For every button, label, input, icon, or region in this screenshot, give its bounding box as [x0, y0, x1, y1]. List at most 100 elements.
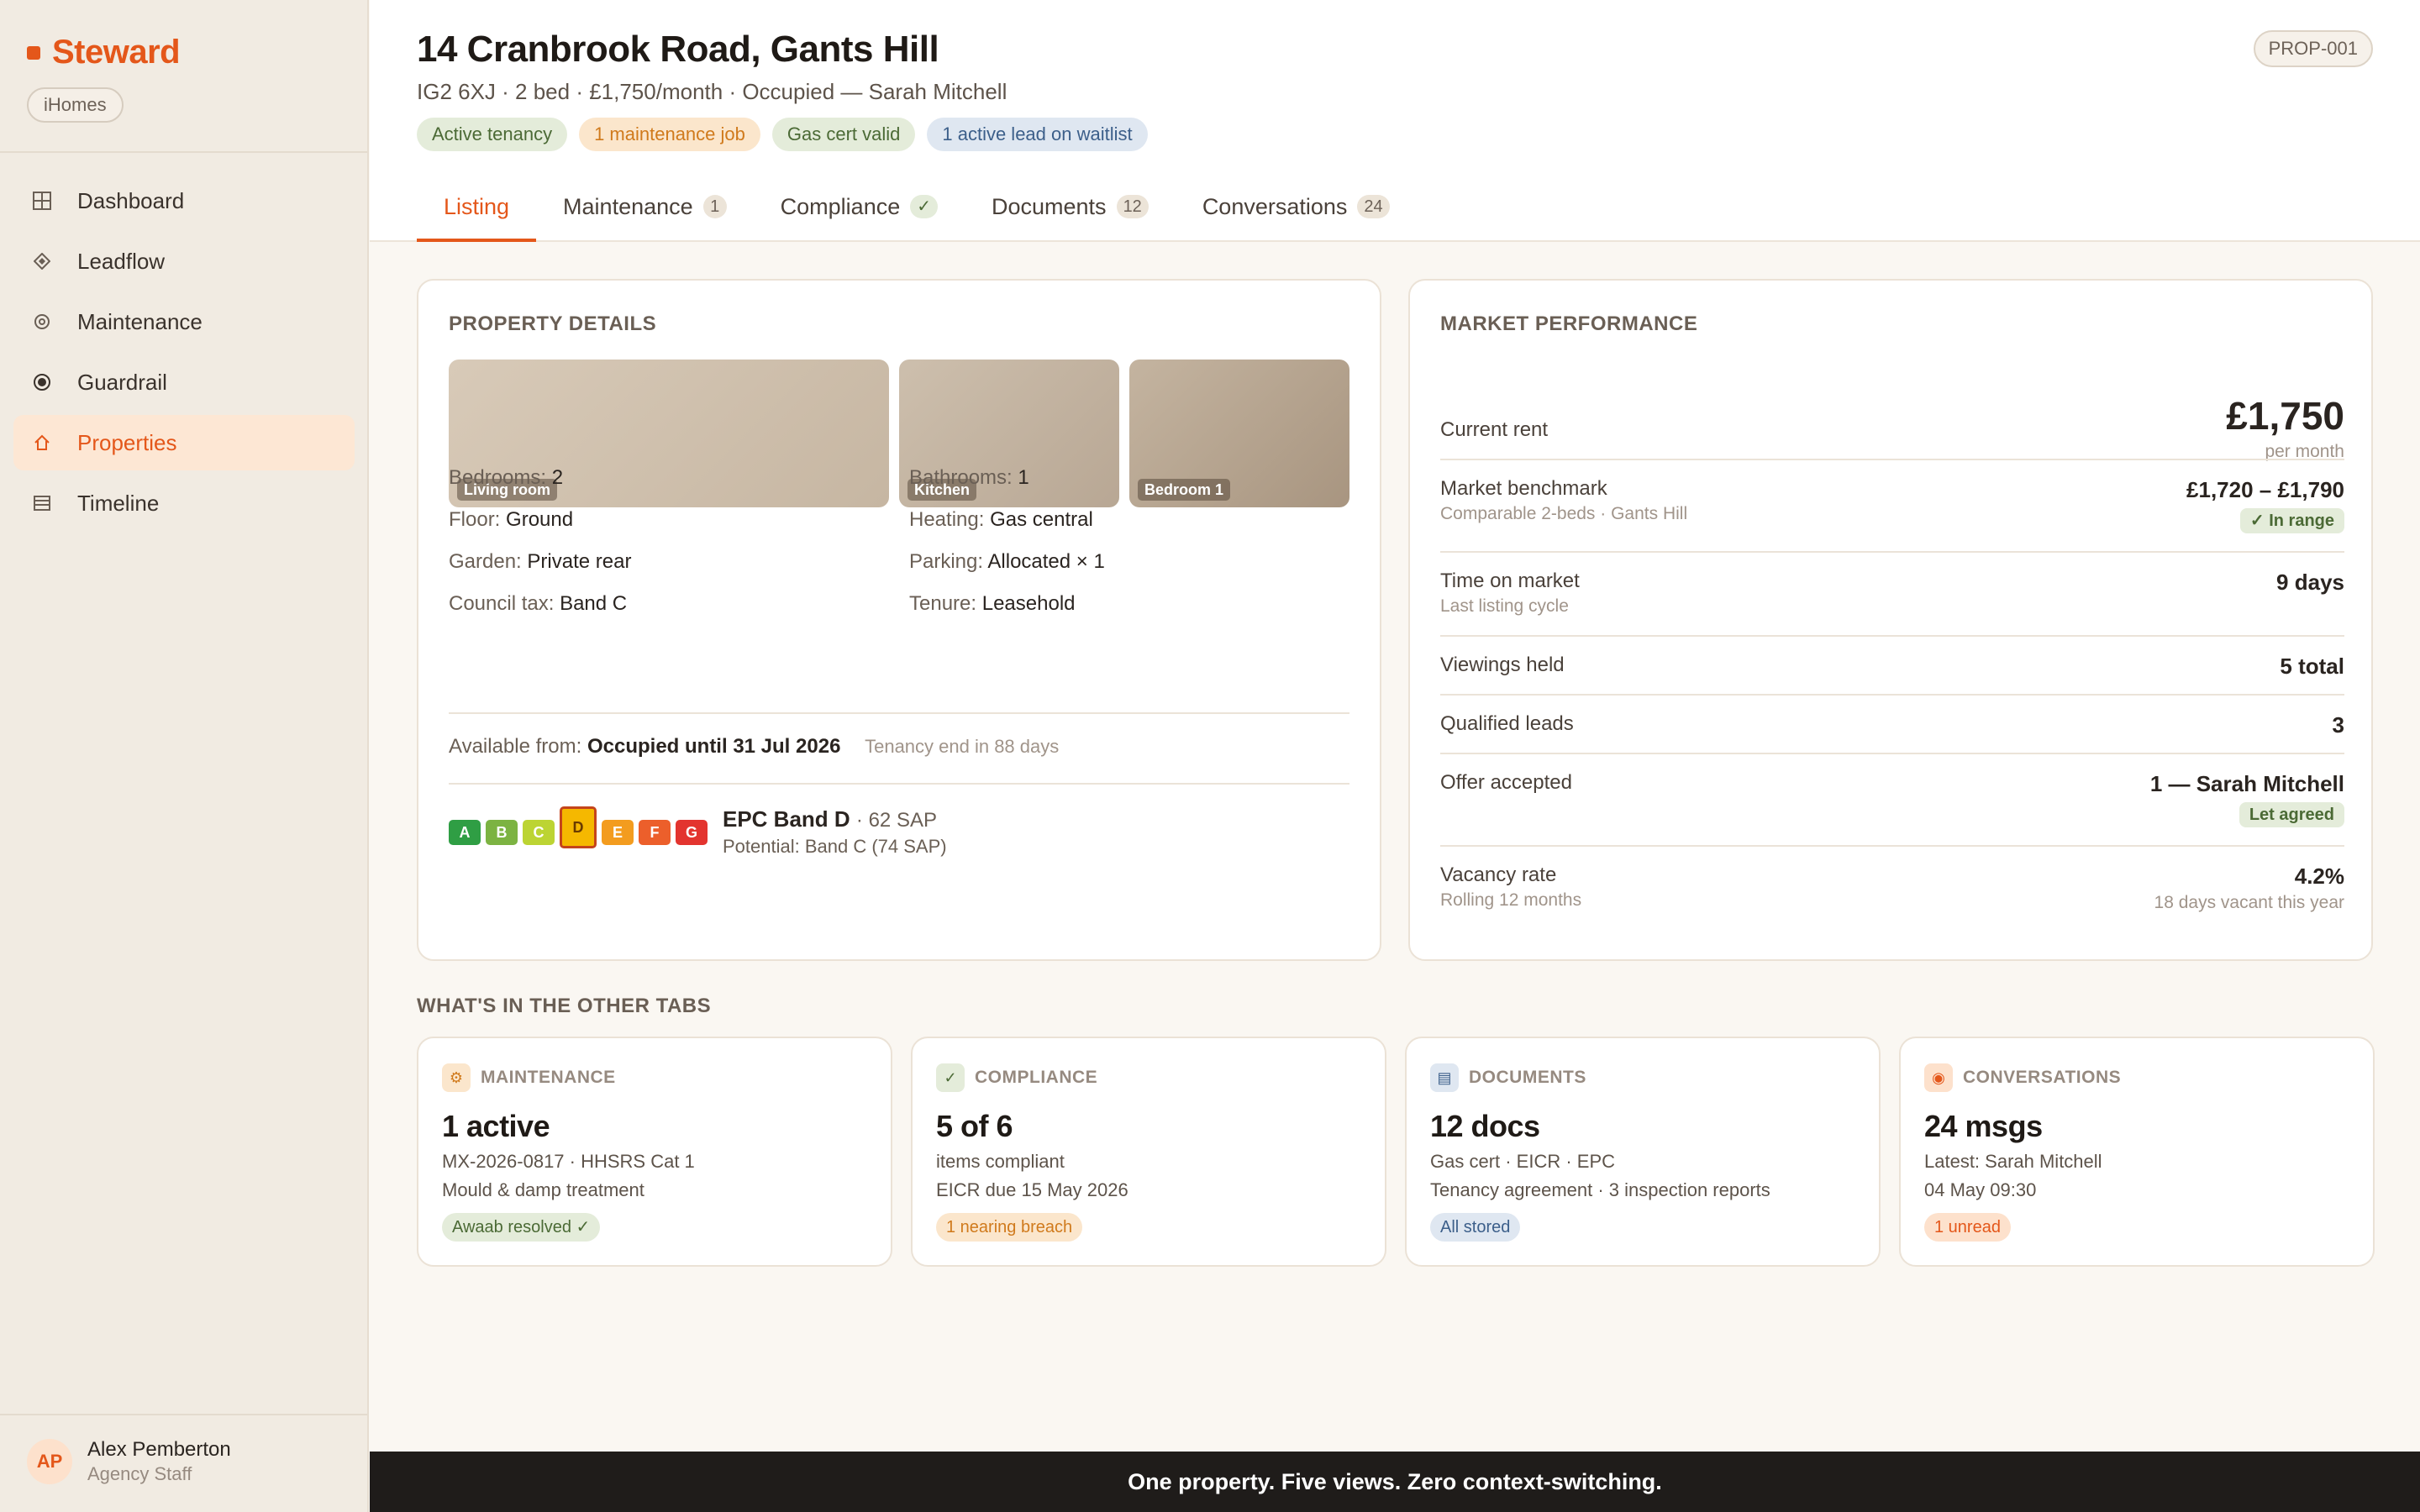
status-badge: Let agreed [2238, 802, 2344, 827]
summary-card-line: MX-2026-0817 · HHSRS Cat 1 [442, 1151, 695, 1172]
user-role: Agency Staff [87, 1463, 192, 1484]
status-badge: ✓ In range [2239, 508, 2344, 533]
summary-card-conversations[interactable]: ◉ CONVERSATIONS 24 msgs Latest: Sarah Mi… [1899, 1037, 2375, 1267]
metric-offer-accepted: Offer accepted 1 — Sarah Mitchell Let ag… [1440, 771, 2344, 827]
status-badge: 1 unread [1924, 1213, 2011, 1242]
tab-maintenance[interactable]: Maintenance 1 [536, 173, 754, 240]
card-title: PROPERTY DETAILS [449, 312, 657, 335]
fact-bathrooms: Bathrooms: 1 [909, 466, 1029, 489]
metric-value-group: £1,750 per month [2226, 393, 2344, 462]
user-profile[interactable]: AP Alex Pemberton Agency Staff [27, 1438, 231, 1485]
brand-logo-icon [27, 45, 40, 60]
metric-value: 5 total [2280, 654, 2344, 679]
metric-value-group: 4.2% 18 days vacant this year [2154, 864, 2344, 913]
summary-card-line: items compliant [936, 1151, 1065, 1172]
status-badge: Awaab resolved ✓ [442, 1213, 601, 1242]
org-switcher[interactable]: iHomes [27, 87, 124, 123]
epc-band-g: G [676, 820, 708, 845]
summary-card-value: 5 of 6 [936, 1109, 1013, 1143]
page-subtitle: IG2 6XJ · 2 bed · £1,750/month · Occupie… [417, 79, 1007, 104]
tab-documents[interactable]: Documents 12 [965, 173, 1176, 240]
divider [1440, 635, 2344, 637]
tab-listing[interactable]: Listing [417, 173, 537, 242]
brand[interactable]: Steward [27, 34, 181, 71]
sidebar-item-label: Properties [77, 429, 177, 455]
divider [1440, 459, 2344, 460]
status-badge: 1 nearing breach [936, 1213, 1083, 1242]
tab-count-badge: 24 [1357, 195, 1390, 218]
summary-card-line: Latest: Sarah Mitchell [1924, 1151, 2102, 1172]
check-icon: ✓ [910, 195, 938, 218]
summary-card-line: EICR due 15 May 2026 [936, 1179, 1128, 1200]
summary-card-header: ⚙ MAINTENANCE [442, 1063, 616, 1092]
property-header: 14 Cranbrook Road, Gants Hill IG2 6XJ · … [370, 0, 2420, 242]
metric-label: Time on market [1440, 570, 1580, 592]
summary-card-header: ▤ DOCUMENTS [1430, 1063, 1586, 1092]
metric-qualified-leads: Qualified leads 3 [1440, 712, 2344, 738]
sidebar-item-maintenance[interactable]: Maintenance [13, 294, 355, 349]
summary-card-label: CONVERSATIONS [1963, 1068, 2122, 1087]
epc-band-d-current: D [560, 806, 597, 848]
fact-parking: Parking: Allocated × 1 [909, 550, 1105, 573]
metric-viewings: Viewings held 5 total [1440, 654, 2344, 679]
summary-card-header: ✓ COMPLIANCE [936, 1063, 1097, 1092]
chat-icon: ◉ [1924, 1063, 1953, 1092]
fact-council-tax: Council tax: Band C [449, 592, 628, 615]
summary-card-maintenance[interactable]: ⚙ MAINTENANCE 1 active MX-2026-0817 · HH… [417, 1037, 892, 1267]
sidebar-item-leadflow[interactable]: Leadflow [13, 234, 355, 289]
availability-note: Tenancy end in 88 days [865, 736, 1060, 757]
summary-card-label: COMPLIANCE [975, 1068, 1098, 1087]
status-badge: All stored [1430, 1213, 1521, 1242]
summary-card-label: DOCUMENTS [1469, 1068, 1586, 1087]
divider [1440, 753, 2344, 754]
metric-value: £1,750 [2226, 394, 2344, 438]
summary-card-label: MAINTENANCE [481, 1068, 616, 1087]
sidebar: Steward iHomes Dashboard Leadflow Mainte… [0, 0, 369, 1512]
document-icon: ▤ [1430, 1063, 1459, 1092]
status-tags: Active tenancy 1 maintenance job Gas cer… [417, 118, 1160, 151]
user-name: Alex Pemberton [87, 1438, 231, 1461]
page-title: 14 Cranbrook Road, Gants Hill [417, 29, 939, 70]
tab-label: Maintenance [563, 193, 693, 219]
summary-card-header: ◉ CONVERSATIONS [1924, 1063, 2121, 1092]
fact-bedrooms: Bedrooms: 2 [449, 466, 564, 489]
tab-conversations[interactable]: Conversations 24 [1176, 173, 1417, 240]
property-details-card: PROPERTY DETAILS Living room Kitchen Bed… [417, 279, 1381, 961]
target-icon [32, 372, 52, 392]
tab-label: Conversations [1202, 193, 1348, 219]
metric-sublabel: Last listing cycle [1440, 596, 1569, 616]
section-title: WHAT'S IN THE OTHER TABS [417, 995, 712, 1017]
sidebar-item-label: Maintenance [77, 308, 203, 334]
fact-heating: Heating: Gas central [909, 508, 1093, 531]
metric-value: £1,720 – £1,790 [2186, 477, 2344, 502]
epc-rating: A B C D E F G EPC Band D · 62 SAP Potent… [449, 806, 947, 857]
metric-value: 4.2% [2294, 864, 2344, 889]
sidebar-item-properties[interactable]: Properties [13, 415, 355, 470]
summary-card-documents[interactable]: ▤ DOCUMENTS 12 docs Gas cert · EICR · EP… [1405, 1037, 1881, 1267]
sidebar-item-guardrail[interactable]: Guardrail [13, 354, 355, 410]
brand-name: Steward [52, 34, 181, 71]
sidebar-item-label: Leadflow [77, 248, 166, 274]
epc-summary: EPC Band D · 62 SAP Potential: Band C (7… [723, 806, 947, 858]
epc-band-e: E [602, 820, 634, 845]
epc-band-f: F [639, 820, 671, 845]
summary-card-value: 1 active [442, 1109, 550, 1143]
metric-value-group: £1,720 – £1,790 ✓ In range [2186, 477, 2344, 533]
epc-band-b: B [486, 820, 518, 845]
sidebar-item-dashboard[interactable]: Dashboard [13, 173, 355, 228]
summary-card-compliance[interactable]: ✓ COMPLIANCE 5 of 6 items compliant EICR… [911, 1037, 1386, 1267]
metric-label: Qualified leads [1440, 712, 1574, 735]
tab-label: Documents [992, 193, 1107, 219]
divider [1440, 694, 2344, 696]
divider [1440, 551, 2344, 553]
sidebar-item-label: Dashboard [77, 187, 185, 213]
status-badge: 1 active lead on waitlist [927, 118, 1148, 151]
tab-count-badge: 12 [1116, 195, 1149, 218]
sidebar-item-timeline[interactable]: Timeline [13, 475, 355, 531]
tab-label: Listing [444, 193, 510, 219]
tab-compliance[interactable]: Compliance ✓ [754, 173, 965, 240]
summary-card-line: Tenancy agreement · 3 inspection reports [1430, 1179, 1770, 1200]
metric-value: 9 days [2276, 570, 2344, 595]
summary-card-line: 04 May 09:30 [1924, 1179, 2037, 1200]
sidebar-nav: Dashboard Leadflow Maintenance Guardrail… [13, 173, 355, 536]
